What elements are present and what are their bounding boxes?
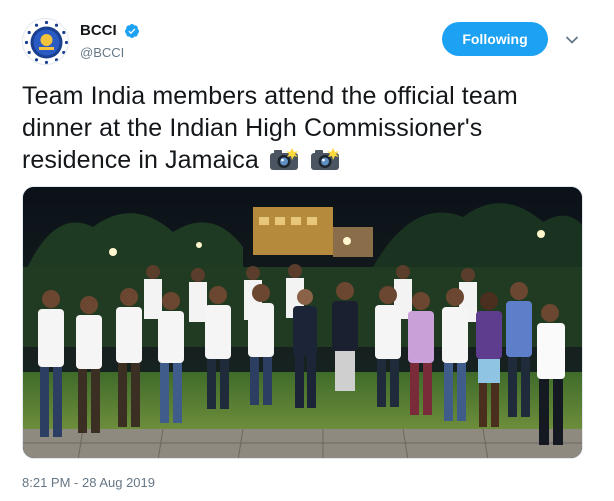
tweet-header: BCCI @BCCI Following xyxy=(22,18,592,66)
tweet-text: Team India members attend the official t… xyxy=(22,80,582,176)
camera-flash-icon xyxy=(310,148,339,170)
account-names: BCCI @BCCI xyxy=(80,22,140,60)
tweet-timestamp[interactable]: 8:21 PM - 28 Aug 2019 xyxy=(22,475,155,490)
account-handle[interactable]: @BCCI xyxy=(80,45,140,60)
team-group-photo[interactable] xyxy=(22,186,583,459)
chevron-down-icon[interactable] xyxy=(564,32,580,48)
following-button[interactable]: Following xyxy=(442,22,548,56)
avatar[interactable] xyxy=(22,18,69,65)
camera-flash-icon xyxy=(269,148,298,170)
display-name[interactable]: BCCI xyxy=(80,22,117,39)
group-photo-illustration xyxy=(23,187,582,458)
verified-badge-icon xyxy=(125,23,140,38)
bcci-logo-icon xyxy=(24,20,68,64)
